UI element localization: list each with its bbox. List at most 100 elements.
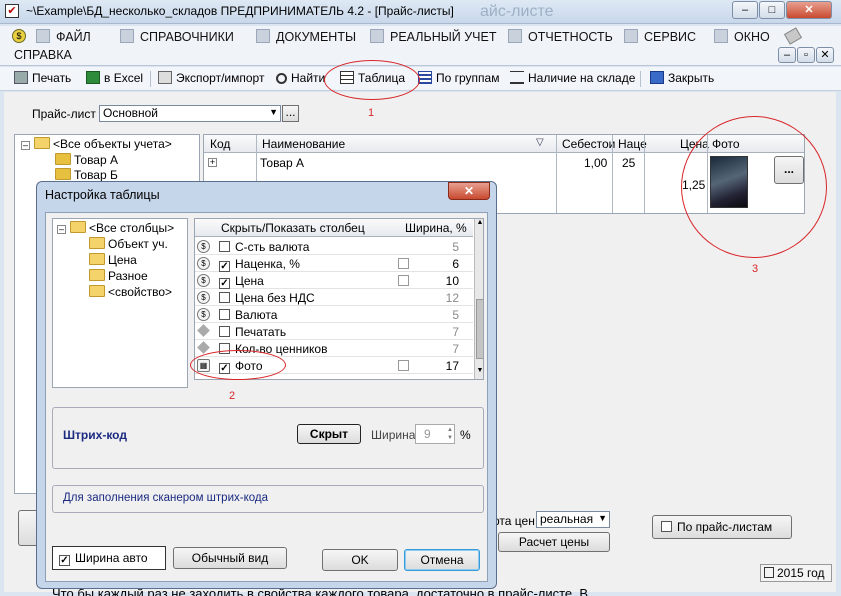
column-name: Печатать: [219, 325, 286, 339]
column-width[interactable]: 6: [452, 257, 459, 271]
auto-width-checkbox[interactable]: ✓: [59, 555, 70, 566]
printer-icon: [14, 71, 28, 84]
menu-file[interactable]: ФАЙЛ: [36, 29, 91, 44]
col-name[interactable]: Наименование: [262, 137, 345, 151]
ok-button[interactable]: OK: [322, 549, 398, 571]
column-width[interactable]: 10: [446, 274, 459, 288]
excel-button[interactable]: в Excel: [86, 71, 143, 85]
grid-line: [612, 135, 613, 213]
search-icon: [276, 73, 287, 84]
mdi-close-button[interactable]: ✕: [816, 47, 834, 63]
minimize-button[interactable]: –: [732, 1, 758, 19]
menu-window[interactable]: ОКНО: [714, 29, 770, 44]
show-column-checkbox[interactable]: [219, 292, 230, 303]
annotation-label-2: 2: [229, 390, 236, 402]
auto-width-toggle[interactable]: ✓ Ширина авто: [52, 546, 166, 570]
column-row[interactable]: $ Цена без НДС 12: [195, 289, 473, 306]
scroll-up-icon[interactable]: ▲: [475, 219, 483, 231]
filter-icon[interactable]: ▽: [536, 137, 544, 148]
columns-tree-item[interactable]: <свойство>: [89, 285, 172, 299]
column-width[interactable]: 5: [452, 308, 459, 322]
column-label: Цена: [235, 274, 264, 288]
barcode-hidden-button[interactable]: Скрыт: [297, 424, 361, 444]
column-name: ✓ Наценка, %: [219, 257, 300, 272]
menu-service[interactable]: СЕРВИС: [624, 29, 696, 44]
menu-directories[interactable]: СПРАВОЧНИКИ: [120, 29, 234, 44]
by-groups-button[interactable]: По группам: [418, 71, 499, 85]
print-button[interactable]: Печать: [14, 71, 71, 85]
tree-root[interactable]: – <Все объекты учета>: [21, 137, 172, 151]
price-mode-select[interactable]: реальная ▼: [536, 511, 610, 528]
columns-tree-item[interactable]: Цена: [89, 253, 137, 267]
columns-tree-item[interactable]: Объект уч.: [89, 237, 168, 251]
mdi-restore-button[interactable]: ▫: [797, 47, 815, 63]
show-column-checkbox[interactable]: ✓: [219, 261, 230, 272]
pricelist-more-button[interactable]: ...: [282, 105, 299, 122]
show-column-checkbox[interactable]: ✓: [219, 278, 230, 289]
window-icon: [714, 29, 728, 43]
column-row[interactable]: $ ✓ Наценка, % 6: [195, 255, 473, 272]
scroll-thumb[interactable]: [476, 299, 483, 359]
column-row[interactable]: Печатать 7: [195, 323, 473, 340]
stock-button[interactable]: Наличие на складе: [510, 71, 635, 85]
col-code[interactable]: Код: [210, 137, 230, 151]
annotation-ring-3: [681, 116, 827, 258]
column-width[interactable]: 17: [446, 359, 459, 373]
stepper-arrows-icon[interactable]: ▲ ▼: [447, 426, 453, 442]
mdi-minimize-button[interactable]: –: [778, 47, 796, 63]
dialog-close-button[interactable]: ✕: [448, 182, 490, 200]
diamond-icon: [197, 341, 210, 354]
columns-tree-root[interactable]: – <Все столбцы>: [57, 221, 174, 235]
by-pricelists-checkbox[interactable]: [661, 521, 672, 532]
column-width[interactable]: 7: [452, 325, 459, 339]
list-scrollbar[interactable]: ▲ ▼: [474, 219, 483, 379]
pricelist-select[interactable]: Основной ▼: [99, 105, 281, 122]
title-bar: ✔ ~\Example\БД_несколько_складов ПРЕДПРИ…: [0, 0, 841, 24]
col-cost[interactable]: Себестои: [562, 137, 615, 151]
currency-icon: $: [197, 308, 210, 321]
tree-item[interactable]: Товар Б: [55, 168, 118, 182]
collapse-icon: –: [21, 140, 30, 150]
expand-icon[interactable]: +: [208, 158, 217, 167]
menu-reports[interactable]: ОТЧЕТНОСТЬ: [508, 29, 613, 44]
column-row[interactable]: $ ✓ Цена 10: [195, 272, 473, 289]
menu-real-accounting[interactable]: РЕАЛЬНЫЙ УЧЕТ: [370, 29, 497, 44]
price-mode-label: рта цен: [493, 514, 535, 528]
close-button[interactable]: Закрыть: [650, 71, 714, 85]
column-width[interactable]: 7: [452, 342, 459, 356]
secondary-checkbox[interactable]: [398, 275, 409, 286]
width-header: Ширина, %: [405, 221, 467, 235]
col-markup[interactable]: Наце: [618, 137, 647, 151]
column-width[interactable]: 5: [452, 240, 459, 254]
app-window: ✔ ~\Example\БД_несколько_складов ПРЕДПРИ…: [0, 0, 841, 596]
by-pricelists-button[interactable]: По прайс-листам: [652, 515, 792, 539]
close-window-button[interactable]: ✕: [786, 1, 832, 19]
columns-tree-item[interactable]: Разное: [89, 269, 148, 283]
show-column-checkbox[interactable]: [219, 309, 230, 320]
column-row[interactable]: $ Валюта 5: [195, 306, 473, 323]
tree-item[interactable]: Товар А: [55, 153, 118, 167]
normal-view-button[interactable]: Обычный вид: [173, 547, 287, 569]
menu-documents[interactable]: ДОКУМЕНТЫ: [256, 29, 356, 44]
secondary-checkbox[interactable]: [398, 258, 409, 269]
folder-icon: [34, 137, 50, 149]
recalc-price-button[interactable]: Расчет цены: [498, 532, 610, 552]
barcode-width-stepper[interactable]: 9 ▲ ▼: [415, 424, 455, 444]
menu-help[interactable]: СПРАВКА: [14, 48, 72, 62]
scroll-down-icon[interactable]: ▼: [475, 367, 483, 379]
export-icon: [158, 71, 172, 84]
find-button[interactable]: Найти: [276, 71, 325, 85]
annotation-ring-1: [324, 60, 420, 100]
cancel-button[interactable]: Отмена: [404, 549, 480, 571]
column-row[interactable]: $ С-сть валюта 5: [195, 238, 473, 255]
grid-line: [644, 135, 645, 213]
secondary-checkbox[interactable]: [398, 360, 409, 371]
show-column-checkbox[interactable]: [219, 241, 230, 252]
column-width[interactable]: 12: [446, 291, 459, 305]
maximize-button[interactable]: □: [759, 1, 785, 19]
export-import-button[interactable]: Экспорт/импорт: [158, 71, 264, 85]
column-label: Цена без НДС: [235, 291, 315, 305]
column-label: Валюта: [235, 308, 278, 322]
column-label: С-сть валюта: [235, 240, 310, 254]
show-column-checkbox[interactable]: [219, 326, 230, 337]
